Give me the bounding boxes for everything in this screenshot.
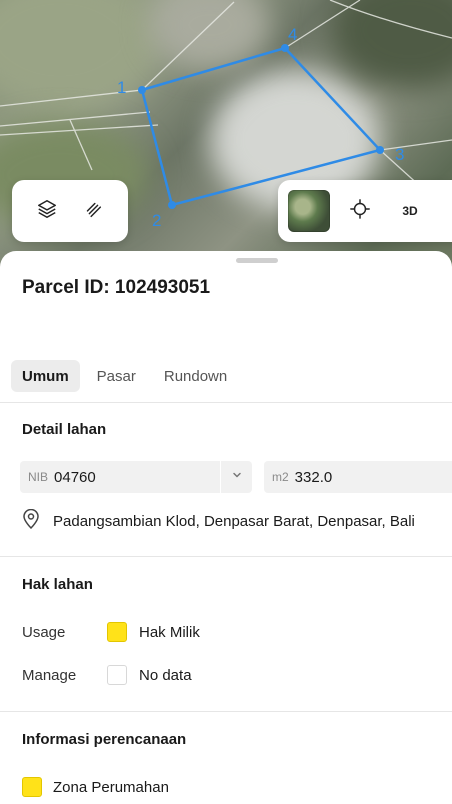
area-value: 332.0 xyxy=(294,468,333,486)
layers-button[interactable] xyxy=(27,191,67,231)
tab-pasar[interactable]: Pasar xyxy=(86,360,147,392)
usage-color-swatch xyxy=(107,622,127,642)
location-pin-icon xyxy=(22,508,40,533)
tab-bar: Umum Pasar Rundown xyxy=(11,360,238,392)
nib-dropdown-button[interactable] xyxy=(220,461,252,493)
measure-icon xyxy=(82,198,104,225)
measure-button[interactable] xyxy=(73,191,113,231)
vertex-label: 1 xyxy=(117,78,126,97)
manage-value: No data xyxy=(139,667,192,684)
map-view[interactable]: 1 2 3 4 3D xyxy=(0,0,452,275)
parcel-id-title: Parcel ID: 102493051 xyxy=(22,277,211,298)
area-unit: m2 xyxy=(272,470,289,484)
address-row: Padangsambian Klod, Denpasar Barat, Denp… xyxy=(22,508,415,533)
nib-prefix: NIB xyxy=(28,470,49,484)
3d-toggle-button[interactable]: 3D xyxy=(390,191,430,231)
parcel-bottom-sheet: Parcel ID: 102493051 Umum Pasar Rundown … xyxy=(0,251,452,804)
tab-rundown[interactable]: Rundown xyxy=(153,360,238,392)
chevron-down-icon xyxy=(231,468,243,486)
satellite-basemap-thumbnail[interactable] xyxy=(288,190,330,232)
zone-value: Zona Perumahan xyxy=(53,779,169,796)
vertex-label: 2 xyxy=(152,211,161,230)
nib-field[interactable]: NIB 04760 xyxy=(20,461,252,493)
vertex-label: 3 xyxy=(395,145,404,164)
map-tools-card xyxy=(12,180,128,242)
manage-label: Manage xyxy=(22,667,77,684)
sheet-drag-handle[interactable] xyxy=(236,258,278,263)
section-title-detail: Detail lahan xyxy=(22,421,107,438)
zone-color-swatch xyxy=(22,777,42,797)
vertex-point xyxy=(168,201,176,209)
section-title-rights: Hak lahan xyxy=(22,576,93,593)
vertex-point xyxy=(138,86,146,94)
usage-value: Hak Milik xyxy=(139,624,200,641)
map-view-card: 3D xyxy=(278,180,452,242)
vertex-point xyxy=(376,146,384,154)
locate-button[interactable] xyxy=(340,191,380,231)
vertex-label: 4 xyxy=(288,25,297,44)
divider xyxy=(0,402,452,403)
divider xyxy=(0,711,452,712)
crosshair-icon xyxy=(349,198,371,225)
tab-umum[interactable]: Umum xyxy=(11,360,80,392)
divider xyxy=(0,556,452,557)
area-field[interactable]: m2 332.0 xyxy=(264,461,452,493)
section-title-planning: Informasi perencanaan xyxy=(22,731,187,748)
layers-icon xyxy=(36,198,58,225)
manage-color-swatch xyxy=(107,665,127,685)
address-text: Padangsambian Klod, Denpasar Barat, Denp… xyxy=(53,512,415,530)
vertex-point xyxy=(281,44,289,52)
nib-value: 04760 xyxy=(54,468,96,486)
usage-label: Usage xyxy=(22,624,66,641)
